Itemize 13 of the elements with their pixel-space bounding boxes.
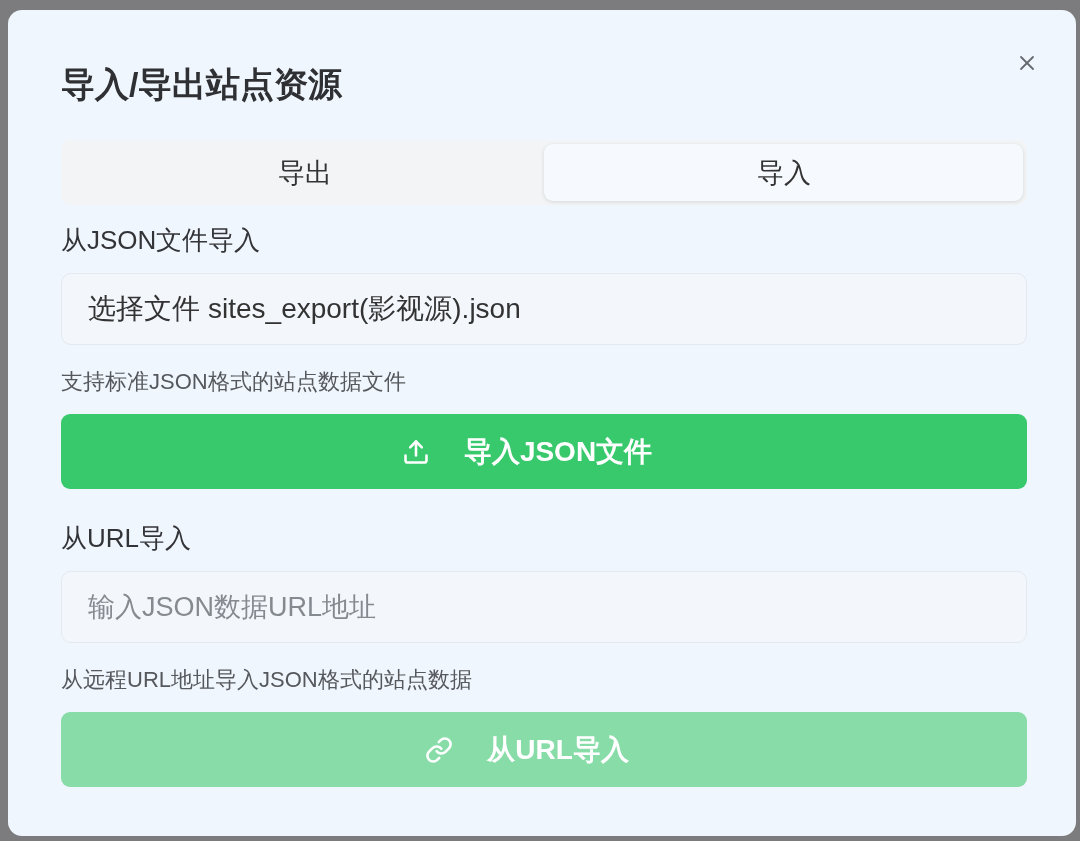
- link-icon: [425, 735, 454, 764]
- file-name: sites_export(影视源).json: [208, 292, 521, 326]
- tab[interactable]: 导入: [544, 144, 1023, 201]
- url-input-field[interactable]: 输入JSON数据URL地址: [61, 571, 1027, 643]
- file-input-field[interactable]: 选择文件 sites_export(影视源).json: [61, 273, 1027, 345]
- dialog-title: 导入/导出站点资源: [61, 64, 343, 104]
- help-text: 支持标准JSON格式的站点数据文件: [61, 368, 406, 396]
- tab[interactable]: 导出: [65, 144, 544, 201]
- upload-icon: [401, 437, 430, 466]
- help-text: 从远程URL地址导入JSON格式的站点数据: [61, 666, 472, 694]
- section-label: 从URL导入: [61, 522, 191, 554]
- section-label: 从JSON文件导入: [61, 224, 261, 256]
- choose-file-button[interactable]: 选择文件: [88, 290, 200, 328]
